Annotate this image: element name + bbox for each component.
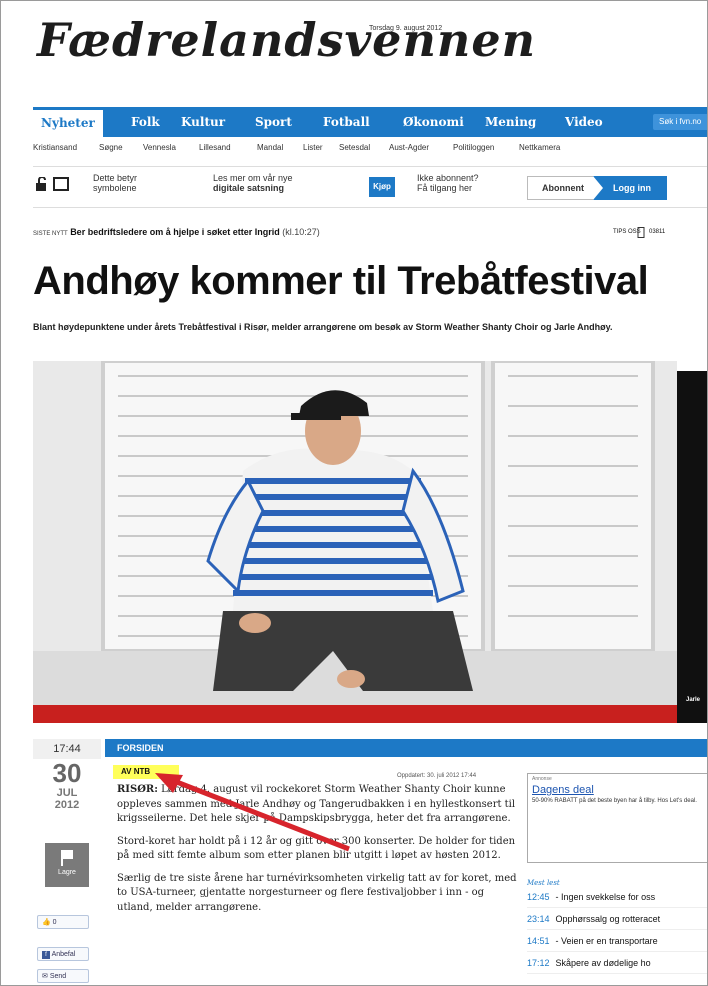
date-day: 30 <box>52 758 82 788</box>
ad-deal-box[interactable]: Annonse Dagens deal 50-90% RABATT på det… <box>527 773 707 863</box>
flag-icon <box>61 850 73 866</box>
subnav-item[interactable]: Setesdal <box>339 143 370 152</box>
deal-text: 50-90% RABATT på det beste byen har å ti… <box>532 798 697 804</box>
lock-icon <box>36 177 46 191</box>
most-read-label: Mest lest <box>527 879 560 887</box>
screen-icon <box>53 177 69 191</box>
send-button[interactable]: ✉ Send <box>37 969 89 983</box>
digital-link[interactable]: Les mer om vår nye digitale satsning <box>213 173 293 193</box>
subnav-item[interactable]: Nettkamera <box>519 143 560 152</box>
article-headline: Andhøy kommer til Trebåtfestival <box>33 259 649 303</box>
publish-time: 17:44 <box>33 739 101 759</box>
paragraph-3: Særlig de tre siste årene har turnévirks… <box>117 872 517 913</box>
masthead-date: Torsdag 9. august 2012 <box>369 25 443 32</box>
ticker-label: SISTE NYTT <box>33 231 68 237</box>
tips-phone: 03811 <box>649 229 666 235</box>
share-button[interactable]: f Anbefal <box>37 947 89 961</box>
article-lead: Blant høydepunktene under årets Trebåtfe… <box>33 322 613 332</box>
tab-folk[interactable]: Folk <box>131 107 160 137</box>
article-photo[interactable] <box>33 361 677 723</box>
annotation-arrow <box>155 773 350 852</box>
date-year: 2012 <box>54 799 80 811</box>
login-button[interactable]: Logg inn <box>593 176 667 200</box>
subnav-item[interactable]: Kristiansand <box>33 143 77 152</box>
sub-nav: Kristiansand Søgne Vennesla Lillesand Ma… <box>33 141 707 157</box>
access-link[interactable]: Ikke abonnent? Få tilgang her <box>417 173 479 193</box>
subnav-item[interactable]: Lillesand <box>199 143 231 152</box>
mail-icon: ✉ <box>42 973 48 980</box>
tab-video[interactable]: Video <box>565 107 603 137</box>
arrow-notch-icon <box>593 176 603 200</box>
subnav-item[interactable]: Mandal <box>257 143 283 152</box>
ticker-time: (kl.10:27) <box>282 227 320 237</box>
photo-caption: Jarle <box>686 697 701 703</box>
tab-nyheter[interactable]: Nyheter <box>33 107 103 137</box>
updated-timestamp: Oppdatert: 30. juli 2012 17:44 <box>397 773 477 779</box>
photo-caption-panel <box>677 371 707 723</box>
search-input[interactable]: Søk i fvn.no <box>653 114 707 130</box>
thumbs-up-icon: 👍 <box>42 919 51 926</box>
save-button[interactable]: Lagre <box>45 843 89 887</box>
tab-kultur[interactable]: Kultur <box>181 107 225 137</box>
subnav-item[interactable]: Politiloggen <box>453 143 494 152</box>
subnav-item[interactable]: Søgne <box>99 143 123 152</box>
tab-okonomi[interactable]: Økonomi <box>403 107 464 137</box>
subnav-item[interactable]: Aust-Agder <box>389 143 429 152</box>
phone-icon <box>637 227 645 238</box>
deal-title[interactable]: Dagens deal <box>528 784 707 796</box>
ad-label: Annonse <box>532 776 552 782</box>
publish-date: 30 JUL 2012 <box>33 759 101 811</box>
section-header[interactable]: FORSIDEN <box>105 739 707 757</box>
main-nav: Nyheter Folk Kultur Sport Fotball Økonom… <box>33 107 707 137</box>
site-logo[interactable]: Fædrelandsvennen <box>37 13 536 67</box>
tab-mening[interactable]: Mening <box>485 107 536 137</box>
photo-illustration <box>33 361 677 723</box>
symbols-link[interactable]: Dette betyr symbolene <box>93 173 137 193</box>
most-read-item[interactable]: 12:45- Ingen svekkelse for oss <box>527 887 707 908</box>
date-month: JUL <box>56 787 78 799</box>
most-read-item[interactable]: 23:14 Opphørssalg og rotteracet <box>527 909 707 930</box>
buy-button[interactable]: Kjøp <box>369 177 395 197</box>
page-frame: Fædrelandsvennen Torsdag 9. august 2012 … <box>0 0 708 986</box>
breaking-news-ticker: SISTE NYTT Ber bedriftsledere om å hjelp… <box>33 227 707 241</box>
subnav-item[interactable]: Vennesla <box>143 143 176 152</box>
most-read-item[interactable]: 14:51- Veien er en transportare <box>527 931 707 952</box>
subnav-item[interactable]: Lister <box>303 143 323 152</box>
tab-fotball[interactable]: Fotball <box>323 107 370 137</box>
most-read-item[interactable]: 17:12 Skåpere av dødelige ho <box>527 953 707 974</box>
like-button[interactable]: 👍 0 <box>37 915 89 929</box>
ticker-headline[interactable]: Ber bedriftsledere om å hjelpe i søket e… <box>70 227 280 237</box>
facebook-icon: f <box>42 951 50 959</box>
tab-sport[interactable]: Sport <box>255 107 292 137</box>
promo-strip: Dette betyr symbolene Les mer om vår nye… <box>33 166 707 208</box>
